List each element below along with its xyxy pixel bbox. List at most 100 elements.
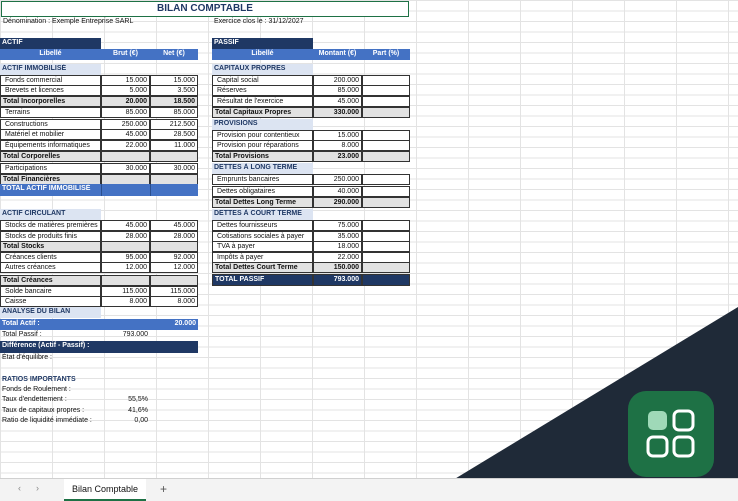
passif-row-label[interactable]: Emprunts bancaires: [212, 174, 313, 185]
passif-row-label[interactable]: Capital social: [212, 75, 313, 86]
passif-row-amount[interactable]: 150.000: [313, 262, 362, 273]
actif-row-value[interactable]: [101, 174, 150, 185]
actif-row-value[interactable]: 45.000: [150, 220, 198, 231]
equilibre-label[interactable]: État d'équilibre :: [0, 353, 101, 364]
actif-row-label[interactable]: Total Incorporelles: [0, 96, 101, 107]
actif-row-label[interactable]: Constructions: [0, 119, 101, 130]
actif-row-value[interactable]: 15.000: [101, 75, 150, 86]
actif-row-label[interactable]: Participations: [0, 163, 101, 174]
actif-row-value[interactable]: 92.000: [150, 252, 198, 263]
passif-row-label[interactable]: Résultat de l'exercice: [212, 96, 313, 107]
total-actif-brut[interactable]: [101, 319, 150, 330]
passif-row-amount[interactable]: 15.000: [313, 130, 362, 141]
actif-row-label[interactable]: Total Créances: [0, 275, 101, 286]
exercice-label[interactable]: Exercice clos le : 31/12/2027: [212, 17, 412, 28]
actif-row-value[interactable]: 30.000: [101, 163, 150, 174]
passif-row-amount[interactable]: 18.000: [313, 241, 362, 252]
passif-row-share[interactable]: [362, 130, 410, 141]
actif-row-value[interactable]: 212.500: [150, 119, 198, 130]
passif-row-label[interactable]: TVA à payer: [212, 241, 313, 252]
actif-row-value[interactable]: 5.000: [101, 85, 150, 96]
actif-row-value[interactable]: 22.000: [101, 140, 150, 151]
actif-row-value[interactable]: 8.000: [101, 296, 150, 307]
passif-row-label[interactable]: Total Dettes Court Terme: [212, 262, 313, 273]
passif-row-label[interactable]: Total Capitaux Propres: [212, 107, 313, 118]
actif-row-value[interactable]: [150, 151, 198, 162]
passif-row-share[interactable]: [362, 75, 410, 86]
actif-row-value[interactable]: 250.000: [101, 119, 150, 130]
actif-row-value[interactable]: 95.000: [101, 252, 150, 263]
passif-row-amount[interactable]: 22.000: [313, 252, 362, 263]
actif-row-value[interactable]: 18.500: [150, 96, 198, 107]
ratio-label[interactable]: Fonds de Roulement :: [0, 385, 101, 396]
denomination-label[interactable]: Dénomination : Exemple Entreprise SARL: [1, 17, 201, 28]
passif-row-share[interactable]: [362, 220, 410, 231]
passif-row-label[interactable]: Dettes fournisseurs: [212, 220, 313, 231]
actif-row-value[interactable]: 8.000: [150, 296, 198, 307]
total-actif-immo-cell[interactable]: [101, 184, 150, 196]
actif-row-label[interactable]: Terrains: [0, 107, 101, 118]
passif-dct-title[interactable]: DETTES À COURT TERME: [212, 209, 313, 220]
actif-row-label[interactable]: Fonds commercial: [0, 75, 101, 86]
passif-row-share[interactable]: [362, 140, 410, 151]
actif-row-label[interactable]: Total Corporelles: [0, 151, 101, 162]
actif-row-value[interactable]: [150, 241, 198, 252]
actif-title[interactable]: ACTIF: [0, 38, 101, 49]
passif-header-montant[interactable]: Montant (€): [313, 49, 362, 60]
actif-row-label[interactable]: Total Financières: [0, 174, 101, 185]
passif-row-share[interactable]: [362, 151, 410, 162]
actif-row-label[interactable]: Solde bancaire: [0, 286, 101, 297]
actif-row-label[interactable]: Matériel et mobilier: [0, 129, 101, 140]
passif-row-amount[interactable]: 40.000: [313, 186, 362, 197]
actif-row-value[interactable]: [101, 151, 150, 162]
passif-row-label[interactable]: Cotisations sociales à payer: [212, 231, 313, 242]
actif-row-label[interactable]: Autres créances: [0, 262, 101, 273]
passif-row-label[interactable]: Réserves: [212, 85, 313, 96]
actif-row-value[interactable]: 3.500: [150, 85, 198, 96]
ratio-value[interactable]: 55,5%: [101, 395, 150, 406]
actif-row-value[interactable]: 85.000: [150, 107, 198, 118]
passif-prov-title[interactable]: PROVISIONS: [212, 119, 313, 130]
total-passif-value[interactable]: 793.000: [101, 330, 150, 341]
actif-header-net[interactable]: Net (€): [150, 49, 198, 60]
actif-row-value[interactable]: 12.000: [150, 262, 198, 273]
actif-row-value[interactable]: 115.000: [150, 286, 198, 297]
actif-row-value[interactable]: 45.000: [101, 220, 150, 231]
ratio-value[interactable]: 0,00: [101, 416, 150, 427]
analyse-title[interactable]: ANALYSE DU BILAN: [0, 307, 101, 318]
passif-row-label[interactable]: Provision pour réparations: [212, 140, 313, 151]
actif-row-value[interactable]: 12.000: [101, 262, 150, 273]
passif-row-amount[interactable]: 23.000: [313, 151, 362, 162]
actif-immo-title[interactable]: ACTIF IMMOBILISÉ: [0, 64, 101, 75]
actif-row-value[interactable]: 28.000: [101, 231, 150, 242]
total-passif-label[interactable]: Total Passif :: [0, 330, 101, 341]
actif-row-value[interactable]: 28.500: [150, 129, 198, 140]
passif-row-amount[interactable]: 330.000: [313, 107, 362, 118]
passif-row-label[interactable]: Provision pour contentieux: [212, 130, 313, 141]
passif-row-share[interactable]: [362, 262, 410, 273]
passif-cp-title[interactable]: CAPITAUX PROPRES: [212, 64, 313, 75]
passif-row-share[interactable]: [362, 107, 410, 118]
total-actif-immo-cell[interactable]: [150, 184, 198, 196]
passif-row-label[interactable]: Dettes obligataires: [212, 186, 313, 197]
passif-header-libelle[interactable]: Libellé: [212, 49, 313, 60]
actif-row-value[interactable]: [150, 174, 198, 185]
actif-row-label[interactable]: Stocks de produits finis: [0, 231, 101, 242]
passif-dlt-title[interactable]: DETTES À LONG TERME: [212, 163, 313, 174]
actif-row-label[interactable]: Stocks de matières premières: [0, 220, 101, 231]
passif-row-label[interactable]: Total Provisions: [212, 151, 313, 162]
actif-header-libelle[interactable]: Libellé: [0, 49, 101, 60]
passif-row-share[interactable]: [362, 85, 410, 96]
actif-header-brut[interactable]: Brut (€): [101, 49, 150, 60]
passif-row-amount[interactable]: 45.000: [313, 96, 362, 107]
passif-row-share[interactable]: [362, 197, 410, 208]
actif-row-value[interactable]: 11.000: [150, 140, 198, 151]
tab-prev-icon[interactable]: ‹: [18, 483, 21, 493]
actif-row-value[interactable]: 20.000: [101, 96, 150, 107]
ratio-label[interactable]: Taux d'endettement :: [0, 395, 101, 406]
difference-label[interactable]: Différence (Actif - Passif) :: [0, 341, 198, 353]
actif-row-label[interactable]: Caisse: [0, 296, 101, 307]
passif-header-part[interactable]: Part (%): [362, 49, 410, 60]
total-passif-amount[interactable]: 793.000: [313, 274, 362, 286]
passif-row-amount[interactable]: 250.000: [313, 174, 362, 185]
